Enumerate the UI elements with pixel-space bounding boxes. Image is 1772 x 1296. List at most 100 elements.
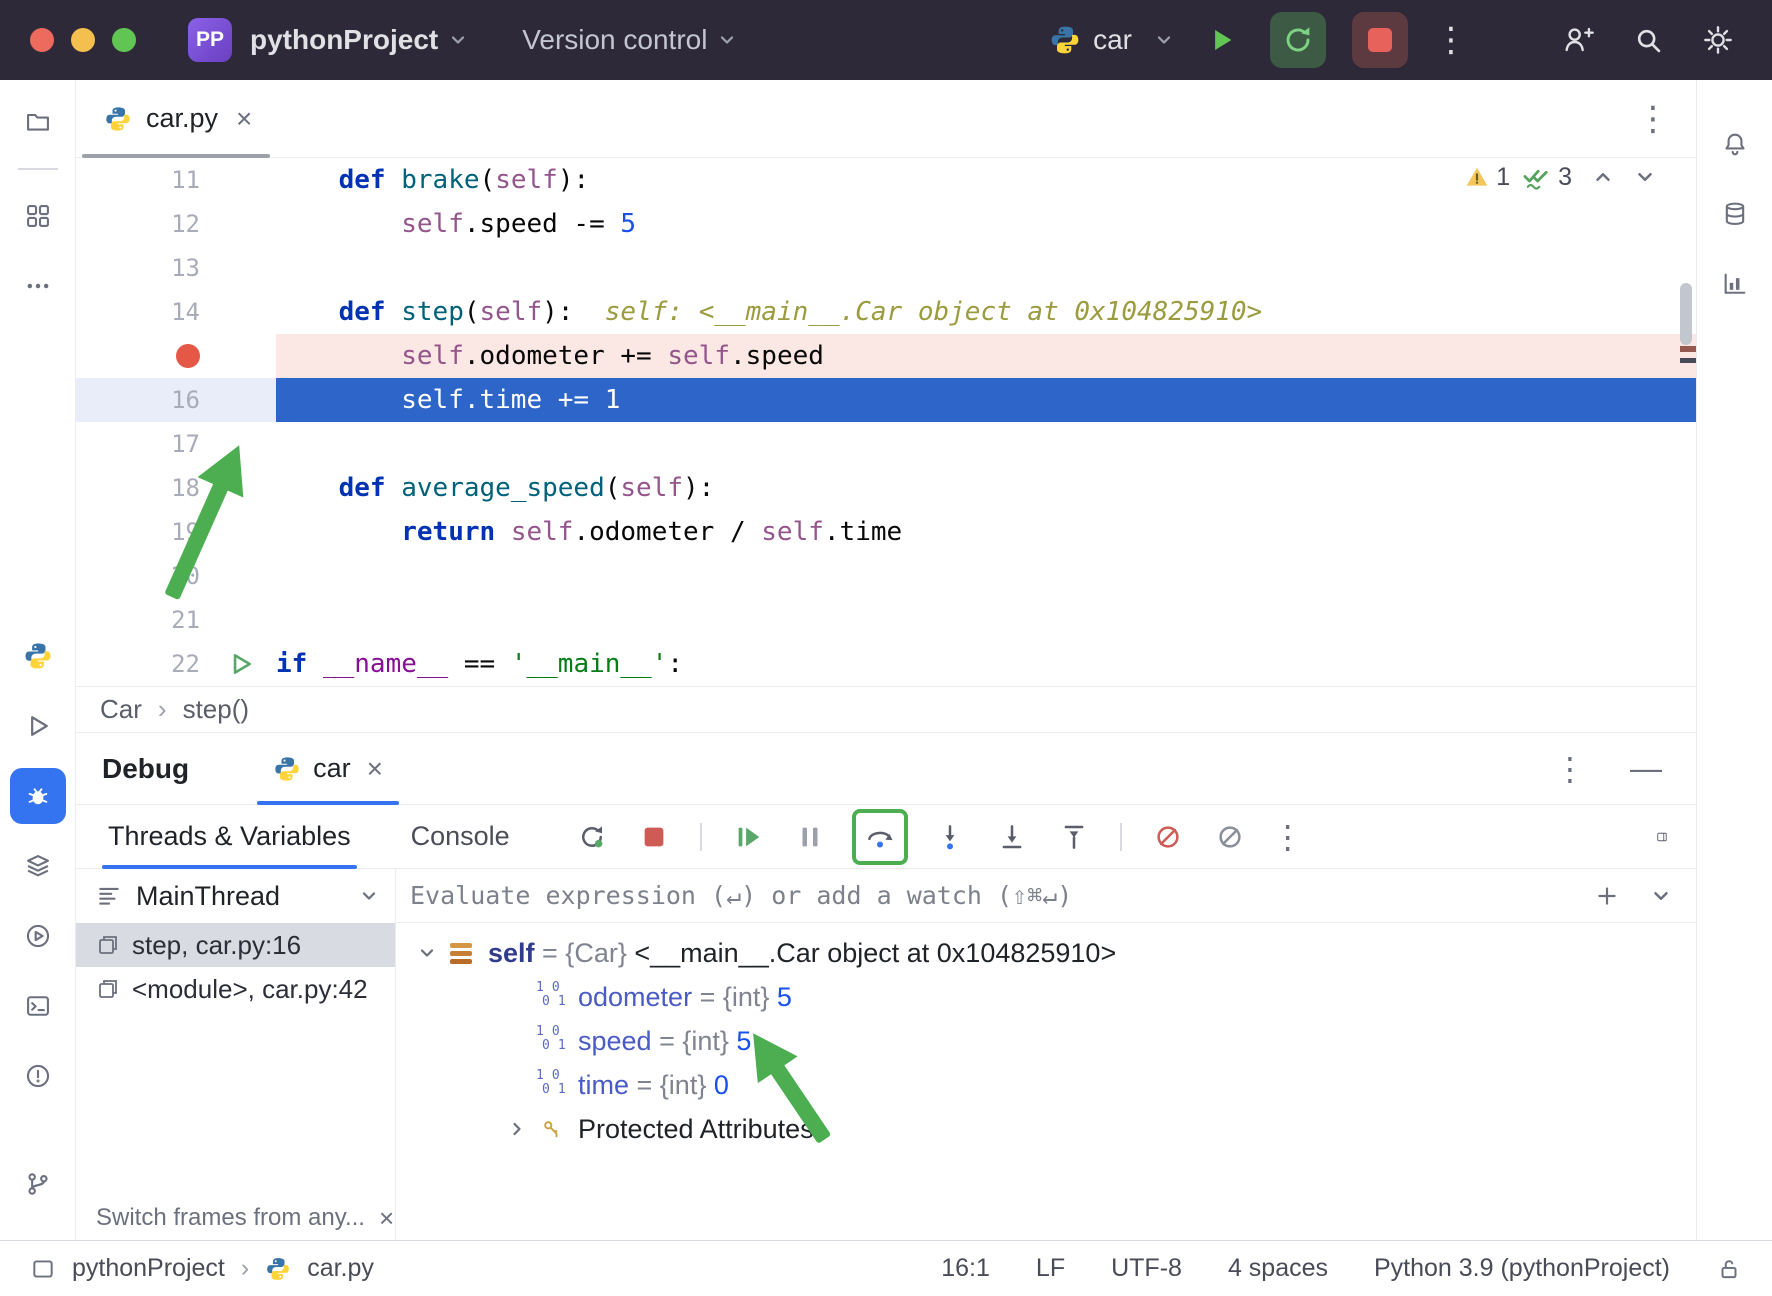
rerun-debug-button[interactable] — [1270, 12, 1326, 68]
statusbar-item[interactable]: 4 spaces — [1228, 1254, 1328, 1283]
line-number[interactable]: 22 — [76, 642, 206, 686]
problems-tool-button[interactable] — [10, 1048, 66, 1104]
line-number[interactable]: 14 — [76, 290, 206, 334]
minimize-window-button[interactable] — [71, 28, 95, 52]
tab-console[interactable]: Console — [405, 805, 516, 868]
chevron-down-icon[interactable] — [1650, 885, 1672, 907]
line-number[interactable]: 17 — [76, 422, 206, 466]
line-number[interactable]: 12 — [76, 202, 206, 246]
line-number[interactable]: 20 — [76, 554, 206, 598]
gutter[interactable]: 18 — [76, 466, 276, 510]
layout-settings-button[interactable] — [1656, 817, 1696, 857]
step-out-button[interactable] — [1054, 817, 1094, 857]
toolbar-kebab[interactable]: ⋮ — [1272, 818, 1304, 856]
stop-debug-button[interactable] — [634, 817, 674, 857]
variable-row[interactable]: 1001speed = {int} 5 — [396, 1019, 1696, 1063]
gutter[interactable] — [76, 334, 276, 378]
close-hint-icon[interactable]: × — [379, 1203, 394, 1234]
line-number[interactable]: 16 — [76, 378, 206, 422]
add-watch-icon[interactable] — [1594, 883, 1620, 909]
gutter[interactable]: 16 — [76, 378, 276, 422]
variable-row[interactable]: self = {Car} <__main__.Car object at 0x1… — [396, 931, 1696, 975]
version-control-tool-button[interactable] — [10, 1156, 66, 1212]
breadcrumb-item[interactable]: step() — [183, 694, 249, 725]
structure-tool-button[interactable] — [10, 188, 66, 244]
services-tool-button[interactable] — [10, 838, 66, 894]
gutter[interactable]: 14 — [76, 290, 276, 334]
inspections-widget[interactable]: 1 3 — [1464, 162, 1656, 192]
chevron-down-icon[interactable] — [417, 943, 437, 963]
close-window-button[interactable] — [30, 28, 54, 52]
line-number[interactable]: 19 — [76, 510, 206, 554]
statusbar-project[interactable]: pythonProject — [72, 1254, 225, 1283]
code-editor[interactable]: 11 def brake(self):12 self.speed -= 5131… — [76, 158, 1696, 686]
debug-options-kebab[interactable]: ⋮ — [1554, 750, 1586, 788]
step-over-button[interactable] — [860, 817, 900, 857]
line-number[interactable] — [76, 334, 206, 378]
close-session-icon[interactable]: × — [367, 753, 383, 785]
gutter[interactable]: 12 — [76, 202, 276, 246]
statusbar-item[interactable]: UTF-8 — [1111, 1254, 1182, 1283]
project-tool-button[interactable] — [10, 94, 66, 150]
debug-session-tab[interactable]: car × — [253, 733, 403, 804]
vcs-menu[interactable]: Version control — [522, 24, 707, 56]
gutter[interactable]: 20 — [76, 554, 276, 598]
line-number[interactable]: 13 — [76, 246, 206, 290]
gutter[interactable]: 17 — [76, 422, 276, 466]
more-actions-kebab[interactable]: ⋮ — [1434, 23, 1468, 57]
gutter[interactable]: 22 — [76, 642, 276, 686]
line-number[interactable]: 11 — [76, 158, 206, 202]
tab-options-kebab[interactable]: ⋮ — [1636, 99, 1670, 139]
terminal-tool-button[interactable] — [10, 978, 66, 1034]
add-user-button[interactable] — [1556, 12, 1600, 68]
breakpoint-icon[interactable] — [176, 344, 200, 368]
chevron-up-icon[interactable] — [1592, 166, 1614, 188]
step-into-button[interactable] — [930, 817, 970, 857]
python-packages-tool-button[interactable] — [10, 628, 66, 684]
gutter[interactable]: 21 — [76, 598, 276, 642]
close-tab-icon[interactable]: × — [236, 103, 252, 135]
error-stripe-mark[interactable] — [1680, 346, 1696, 352]
run-tool-button[interactable] — [10, 698, 66, 754]
stop-button[interactable] — [1352, 12, 1408, 68]
breadcrumb-item[interactable]: Car — [100, 694, 142, 725]
run-anything-tool-button[interactable] — [10, 908, 66, 964]
mute-breakpoints-button[interactable] — [1210, 817, 1250, 857]
frame-row[interactable]: <module>, car.py:42 — [76, 967, 395, 1011]
statusbar-item[interactable]: Python 3.9 (pythonProject) — [1374, 1254, 1670, 1283]
database-tool-button[interactable] — [1707, 186, 1763, 242]
notifications-button[interactable] — [1707, 116, 1763, 172]
statusbar-item[interactable]: LF — [1036, 1254, 1065, 1283]
error-stripe-mark[interactable] — [1680, 358, 1696, 363]
line-number[interactable]: 21 — [76, 598, 206, 642]
run-line-icon[interactable] — [228, 651, 254, 677]
statusbar-file[interactable]: car.py — [307, 1254, 374, 1283]
hide-panel-button[interactable]: — — [1630, 750, 1662, 787]
gutter[interactable]: 19 — [76, 510, 276, 554]
passed-indicator[interactable]: 3 — [1522, 162, 1572, 192]
frame-row[interactable]: step, car.py:16 — [76, 923, 395, 967]
view-breakpoints-button[interactable] — [1148, 817, 1188, 857]
tab-car-py[interactable]: car.py × — [76, 80, 276, 157]
zoom-window-button[interactable] — [112, 28, 136, 52]
variable-row[interactable]: Protected Attributes — [396, 1107, 1696, 1151]
profiler-tool-button[interactable] — [1707, 256, 1763, 312]
chevron-right-icon[interactable] — [507, 1119, 527, 1139]
evaluate-input[interactable]: Evaluate expression (↵) or add a watch (… — [410, 881, 1594, 910]
debug-tool-button[interactable] — [10, 768, 66, 824]
force-step-into-button[interactable] — [992, 817, 1032, 857]
run-config-selector[interactable]: car — [1049, 24, 1174, 56]
variable-row[interactable]: 1001odometer = {int} 5 — [396, 975, 1696, 1019]
chevron-down-icon[interactable] — [1634, 166, 1656, 188]
line-number[interactable]: 18 — [76, 466, 206, 510]
variable-row[interactable]: 1001time = {int} 0 — [396, 1063, 1696, 1107]
statusbar-item[interactable]: 16:1 — [941, 1254, 990, 1283]
run-button[interactable] — [1200, 12, 1244, 68]
project-selector[interactable]: pythonProject — [250, 24, 438, 56]
search-everywhere-button[interactable] — [1626, 12, 1670, 68]
more-tools-button[interactable] — [10, 258, 66, 314]
unlock-icon[interactable] — [1716, 1256, 1742, 1282]
gutter[interactable]: 11 — [76, 158, 276, 202]
editor-scrollbar-thumb[interactable] — [1680, 283, 1692, 345]
warnings-indicator[interactable]: 1 — [1464, 163, 1510, 192]
